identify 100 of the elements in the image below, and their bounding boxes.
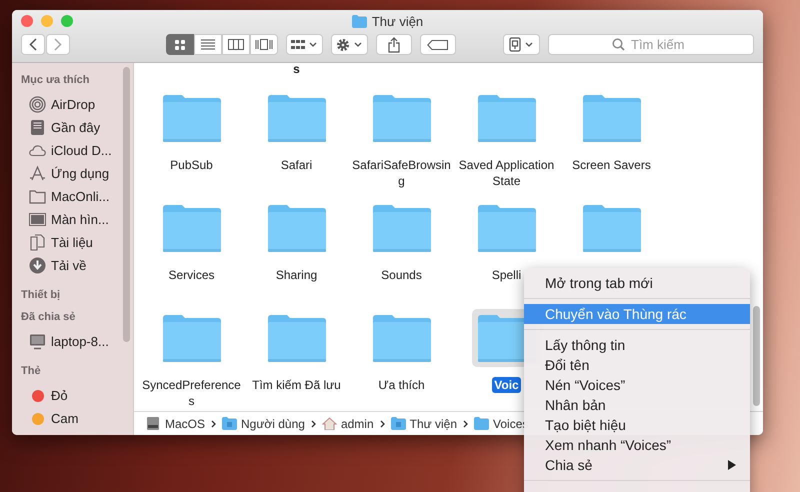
folder-name: Voic (492, 377, 521, 393)
folder-icon (352, 14, 367, 28)
columns-icon (228, 39, 244, 50)
sidebar-section-title: Thẻ (21, 364, 42, 379)
sidebar-item[interactable]: Tài liệu (21, 231, 133, 254)
tag-icon (427, 40, 449, 50)
menu-item[interactable]: Nhân bản (524, 395, 750, 415)
action-button[interactable] (331, 34, 368, 55)
menu-item[interactable]: Đổi tên (524, 355, 750, 375)
folder-icon (478, 94, 536, 142)
sidebar-item[interactable]: iCloud D... (21, 139, 133, 162)
sidebar-item[interactable]: Ứng dụng (21, 162, 133, 185)
folder-icon (582, 94, 640, 142)
recent-icon (29, 119, 46, 136)
computer-icon (29, 333, 46, 350)
folder-name: Saved Application State (458, 157, 556, 189)
users-folder-icon (222, 417, 238, 430)
home-icon (322, 417, 337, 430)
folder-icon (268, 204, 326, 252)
folder-name: Screen Savers (571, 157, 652, 173)
menu-item[interactable]: Chia sẻ (524, 455, 750, 475)
scrollbar[interactable] (753, 306, 760, 406)
view-mode-button[interactable] (222, 34, 250, 55)
download-icon (29, 257, 46, 274)
path-item[interactable]: Người dùng (222, 416, 305, 430)
search-icon (612, 38, 625, 51)
chevron-icon (463, 420, 468, 428)
path-item[interactable]: MacOS (146, 416, 206, 430)
folder-name: PubSub (169, 157, 214, 173)
gallery-icon (255, 39, 273, 50)
sidebar-section-title: Thiết bị (21, 288, 62, 303)
menu-item[interactable]: Xem nhanh “Voices” (524, 435, 750, 455)
airdrop-icon (29, 96, 46, 113)
library-folder-icon (390, 417, 406, 430)
folder-name: Spelli (490, 267, 522, 283)
folder-icon (478, 204, 536, 252)
folder-name: s (293, 63, 300, 76)
sidebar-section-title: Mục ưa thích (21, 73, 90, 88)
tag-button[interactable] (420, 34, 456, 55)
document-icon (29, 234, 46, 251)
desktop-icon (29, 211, 46, 228)
menu-item[interactable]: Mở trong tab mới (524, 273, 750, 293)
folder-name: Services (167, 267, 216, 283)
list-icon (201, 39, 215, 50)
folder-name: Safari (280, 157, 314, 173)
window-title: Thư viện (372, 14, 424, 28)
path-item[interactable]: Voices (474, 416, 528, 430)
chevron-right-icon (54, 38, 62, 51)
folder-name: Tìm kiếm Đã lưu (251, 377, 342, 393)
folder-name: Sounds (380, 267, 423, 283)
folder-icon (162, 204, 220, 252)
folder-icon (268, 94, 326, 142)
menu-item[interactable]: Nén “Voices” (524, 375, 750, 395)
share-button[interactable] (376, 34, 412, 55)
folder-icon (372, 94, 430, 142)
apps-icon (29, 165, 46, 182)
folder-icon (162, 314, 220, 362)
folder-name: Ưa thích (377, 377, 426, 393)
folder-icon (582, 204, 640, 252)
box-dropdown-icon (508, 36, 535, 52)
folder-icon (372, 204, 430, 252)
chevron-icon (380, 420, 385, 428)
view-mode-button[interactable] (166, 34, 194, 55)
minimize-button[interactable] (41, 15, 53, 27)
sidebar-item[interactable]: AirDrop (21, 93, 133, 116)
chevron-left-icon (29, 38, 37, 51)
back-button[interactable] (21, 34, 45, 55)
folder-name: SyncedPreferences (141, 377, 242, 409)
sidebar-section-title: Đã chia sẻ (21, 310, 76, 325)
folder-icon (29, 188, 46, 205)
search-field[interactable]: Tìm kiếm (548, 34, 754, 55)
sidebar-item[interactable]: Gần đây (21, 116, 133, 139)
path-item[interactable]: Thư viện (390, 416, 458, 430)
gear-dropdown-icon (336, 38, 363, 52)
folder-icon (268, 314, 326, 362)
folder-icon (474, 417, 490, 430)
close-button[interactable] (21, 15, 33, 27)
folder-icon (162, 94, 220, 142)
sidebar-item[interactable]: Màn hìn... (21, 208, 133, 231)
sidebar-item[interactable]: Cam (21, 407, 133, 430)
zoom-button[interactable] (61, 15, 73, 27)
view-mode-button[interactable] (194, 34, 222, 55)
menu-item[interactable]: Lấy thông tin (524, 335, 750, 355)
share-icon (388, 36, 400, 52)
grid-icon (174, 38, 186, 50)
sidebar-item[interactable]: MacOnli... (21, 185, 133, 208)
folder-icon (372, 314, 430, 362)
grid-dropdown-icon (291, 40, 318, 50)
arrange-button[interactable] (286, 34, 323, 55)
folder-name: SafariSafeBrowsing (351, 157, 452, 189)
dropbox-button[interactable] (503, 34, 540, 55)
scrollbar[interactable] (123, 67, 130, 342)
view-mode-button[interactable] (250, 34, 278, 55)
chevron-icon (310, 420, 316, 428)
sidebar-item[interactable]: Đỏ (21, 384, 133, 407)
sidebar-item[interactable]: laptop-8... (21, 330, 133, 353)
path-item[interactable]: admin (322, 416, 374, 430)
folder-name: Sharing (274, 267, 318, 283)
chevron-icon (211, 420, 216, 428)
sidebar-item[interactable]: Tải về (21, 254, 133, 277)
